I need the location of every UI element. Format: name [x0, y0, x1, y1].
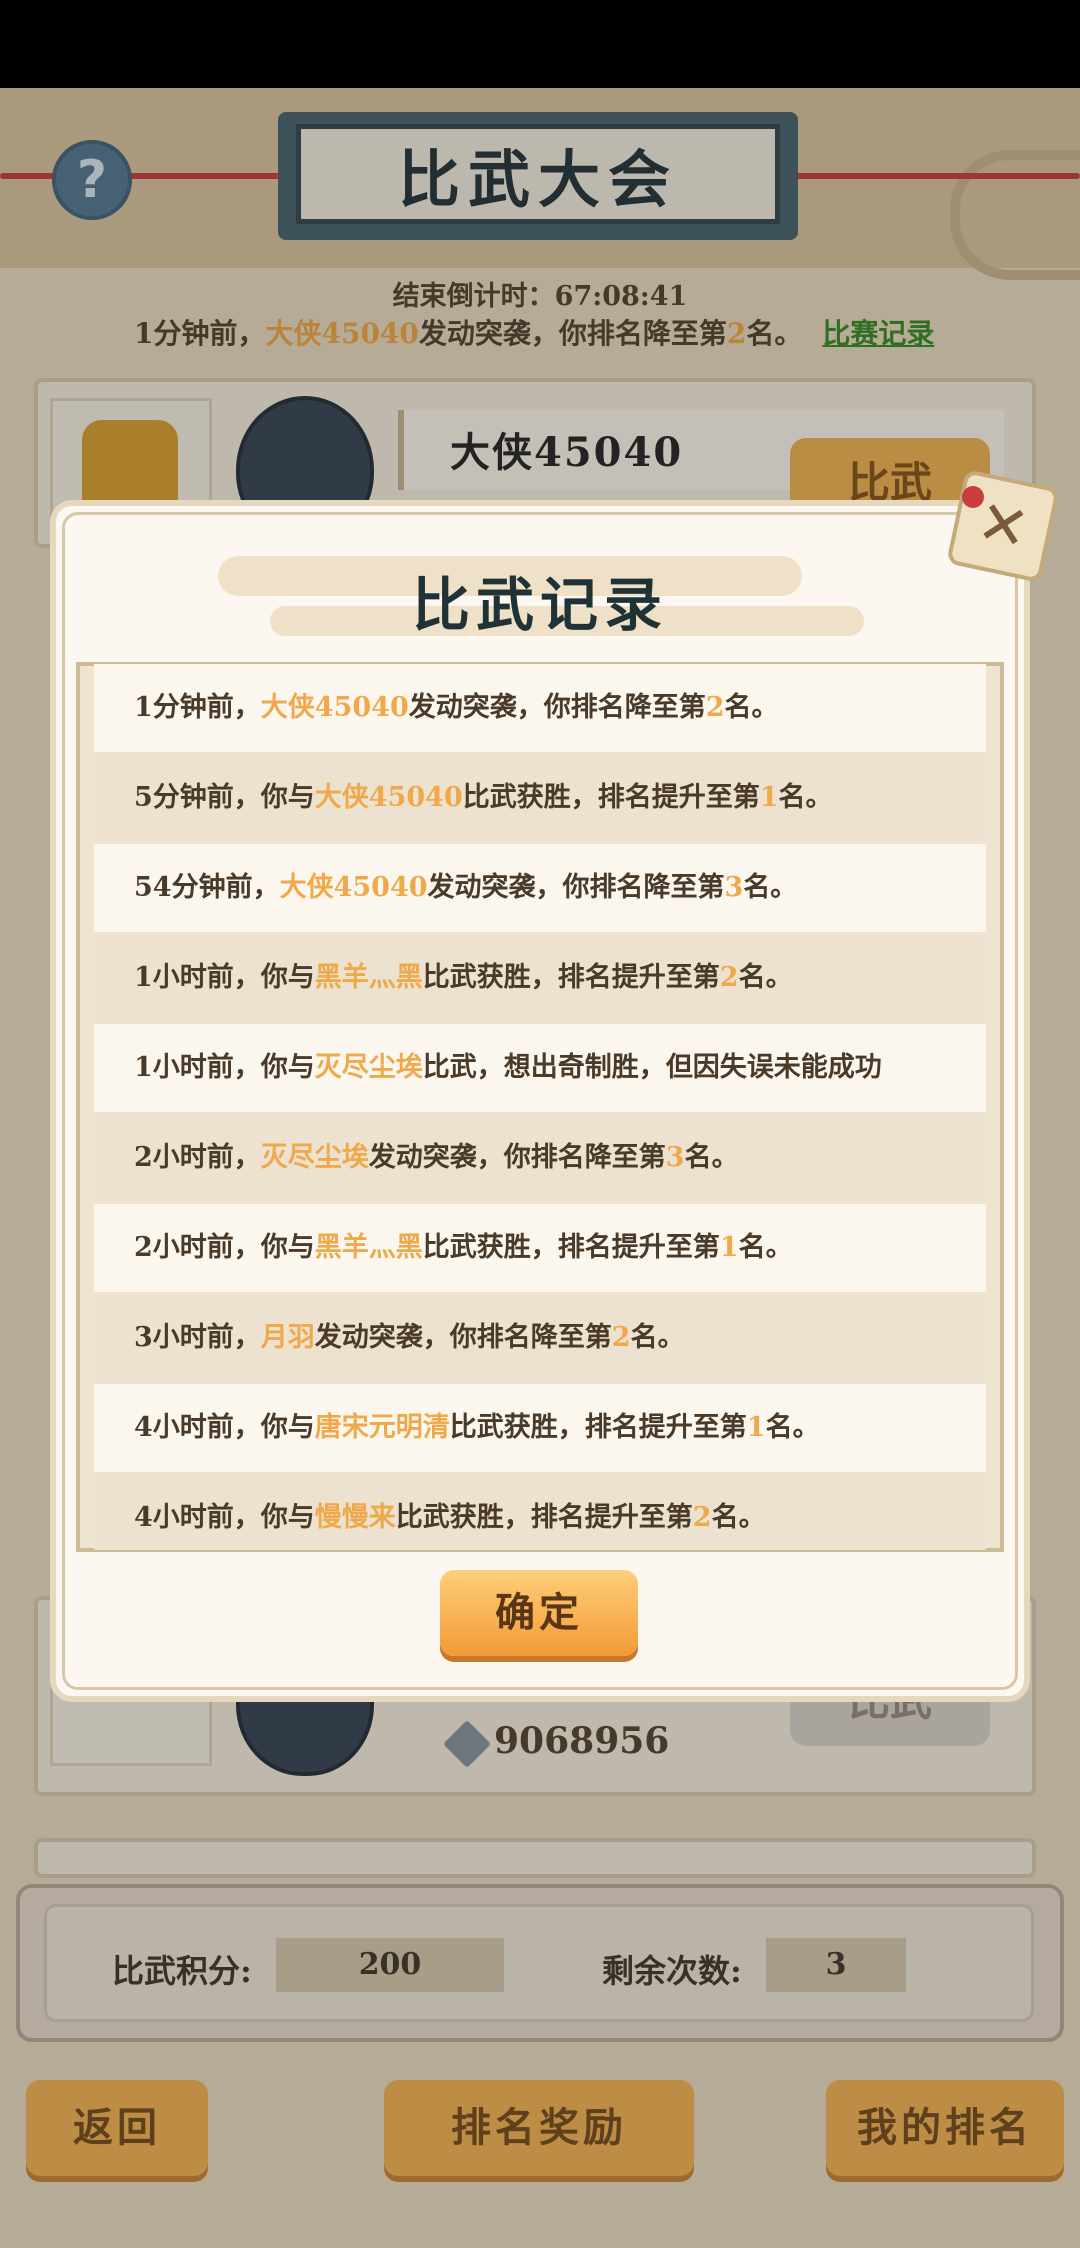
record-text: 2小时前，你与黑羊灬黑比武获胜，排名提升至第1名。 — [134, 1233, 793, 1263]
record-post: 名。 — [738, 1232, 793, 1264]
record-row: 2小时前，灭尽尘埃发动突袭，你排名降至第3名。 — [94, 1114, 986, 1204]
record-text: 5分钟前，你与大侠45040比武获胜，排名提升至第1名。 — [134, 783, 833, 813]
record-rank: 1 — [746, 1412, 766, 1444]
record-row: 4小时前，你与唐宋元明清比武获胜，排名提升至第1名。 — [94, 1384, 986, 1474]
record-row: 1小时前，你与黑羊灬黑比武获胜，排名提升至第2名。 — [94, 934, 986, 1024]
record-rank: 2 — [692, 1502, 712, 1534]
record-text: 1分钟前，大侠45040发动突袭，你排名降至第2名。 — [134, 693, 779, 723]
record-text: 3小时前，月羽发动突袭，你排名降至第2名。 — [134, 1323, 685, 1353]
record-text: 2小时前，灭尽尘埃发动突袭，你排名降至第3名。 — [134, 1143, 739, 1173]
record-row: 4小时前，你与慢慢来比武获胜，排名提升至第2名。 — [94, 1474, 986, 1550]
record-mid: 比武，想出奇制胜，但因失误未能成功 — [422, 1052, 882, 1084]
record-mid: 比武获胜，排名提升至第 — [422, 1232, 720, 1264]
record-rank: 3 — [665, 1142, 685, 1174]
record-row: 54分钟前，大侠45040发动突袭，你排名降至第3名。 — [94, 844, 986, 934]
record-player: 月羽 — [260, 1322, 315, 1354]
record-player: 灭尽尘埃 — [260, 1142, 369, 1174]
record-mid: 比武获胜，排名提升至第 — [422, 962, 720, 994]
record-post: 名。 — [724, 692, 779, 724]
record-pre: 54分钟前， — [134, 872, 280, 904]
record-text: 1小时前，你与黑羊灬黑比武获胜，排名提升至第2名。 — [134, 963, 793, 993]
record-row: 5分钟前，你与大侠45040比武获胜，排名提升至第1名。 — [94, 754, 986, 844]
record-pre: 1小时前，你与 — [134, 962, 315, 994]
record-row: 3小时前，月羽发动突袭，你排名降至第2名。 — [94, 1294, 986, 1384]
record-text: 1小时前，你与灭尽尘埃比武，想出奇制胜，但因失误未能成功 — [134, 1053, 882, 1083]
record-rank: 2 — [611, 1322, 631, 1354]
record-row: 1分钟前，大侠45040发动突袭，你排名降至第2名。 — [94, 664, 986, 754]
record-post: 名。 — [765, 1412, 820, 1444]
record-text: 4小时前，你与唐宋元明清比武获胜，排名提升至第1名。 — [134, 1413, 820, 1443]
record-player: 大侠45040 — [260, 692, 409, 724]
record-rank: 1 — [759, 782, 779, 814]
record-rank: 2 — [719, 962, 739, 994]
record-pre: 5分钟前，你与 — [134, 782, 315, 814]
record-post: 名。 — [778, 782, 833, 814]
record-rank: 3 — [724, 872, 744, 904]
record-player: 大侠45040 — [279, 872, 428, 904]
confirm-button[interactable]: 确定 — [440, 1570, 638, 1656]
record-pre: 2小时前，你与 — [134, 1232, 315, 1264]
record-post: 名。 — [711, 1502, 766, 1534]
record-pre: 4小时前，你与 — [134, 1412, 315, 1444]
dialog-title: 比武记录 — [411, 571, 668, 639]
record-text: 54分钟前，大侠45040发动突袭，你排名降至第3名。 — [134, 873, 797, 903]
record-post: 名。 — [738, 962, 793, 994]
record-rank: 1 — [719, 1232, 739, 1264]
record-mid: 比武获胜，排名提升至第 — [395, 1502, 693, 1534]
record-player: 慢慢来 — [314, 1502, 396, 1534]
record-mid: 发动突袭，你排名降至第 — [427, 872, 725, 904]
record-player: 黑羊灬黑 — [314, 1232, 423, 1264]
record-post: 名。 — [684, 1142, 739, 1174]
record-mid: 比武获胜，排名提升至第 — [462, 782, 760, 814]
record-player: 灭尽尘埃 — [314, 1052, 423, 1084]
record-player: 黑羊灬黑 — [314, 962, 423, 994]
record-post: 名。 — [743, 872, 798, 904]
record-text: 4小时前，你与慢慢来比武获胜，排名提升至第2名。 — [134, 1503, 766, 1533]
close-knot-icon — [962, 486, 984, 508]
record-post: 名。 — [630, 1322, 685, 1354]
record-mid: 发动突袭，你排名降至第 — [368, 1142, 666, 1174]
record-player: 大侠45040 — [314, 782, 463, 814]
record-list[interactable]: 1分钟前，大侠45040发动突袭，你排名降至第2名。 5分钟前，你与大侠45040… — [94, 664, 986, 1550]
record-player: 唐宋元明清 — [314, 1412, 450, 1444]
record-row: 2小时前，你与黑羊灬黑比武获胜，排名提升至第1名。 — [94, 1204, 986, 1294]
record-row: 1小时前，你与灭尽尘埃比武，想出奇制胜，但因失误未能成功 — [94, 1024, 986, 1114]
record-pre: 4小时前，你与 — [134, 1502, 315, 1534]
record-pre: 1小时前，你与 — [134, 1052, 315, 1084]
record-pre: 1分钟前， — [134, 692, 261, 724]
record-pre: 2小时前， — [134, 1142, 261, 1174]
record-mid: 发动突袭，你排名降至第 — [314, 1322, 612, 1354]
record-pre: 3小时前， — [134, 1322, 261, 1354]
record-rank: 2 — [705, 692, 725, 724]
record-mid: 比武获胜，排名提升至第 — [449, 1412, 747, 1444]
record-mid: 发动突袭，你排名降至第 — [408, 692, 706, 724]
